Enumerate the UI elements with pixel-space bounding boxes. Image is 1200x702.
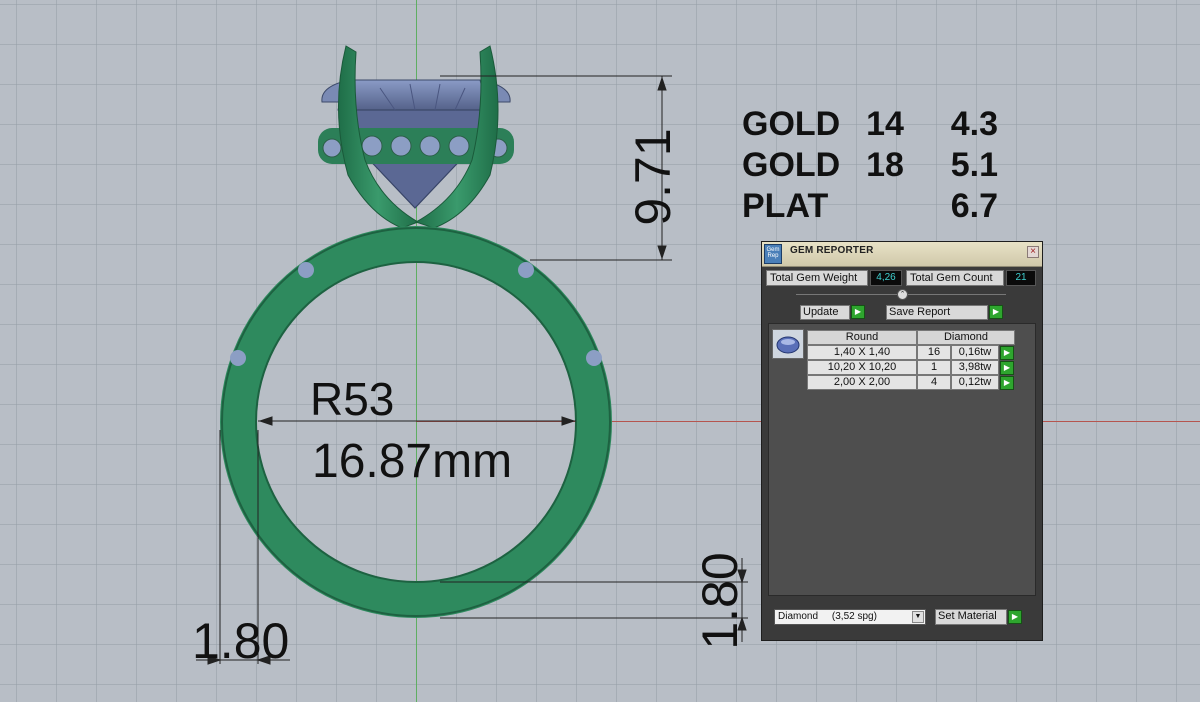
update-label: Update [803,306,839,318]
gem-count: 4 [917,375,951,390]
metal-name: PLAT [742,187,829,225]
gem-reporter-icon: Gem Rep [764,244,782,264]
collapse-icon[interactable]: ⌃ [897,289,908,300]
row-go-icon[interactable]: ▶ [1000,376,1014,390]
gem-weight: 3,98tw [951,360,999,375]
update-go-icon[interactable]: ▶ [851,305,865,319]
gem-weight: 0,12tw [951,375,999,390]
row-go-icon[interactable]: ▶ [1000,361,1014,375]
ring-size-label: R53 [310,373,395,425]
set-material-label: Set Material [938,610,997,622]
cad-viewport[interactable]: 9.71 R53 16.87mm 1.80 1.80 GOLD 14 4.3 G… [0,0,1200,702]
metal-row: GOLD 14 4.3 [742,104,998,145]
shank-thickness-dimension: 1.80 [692,552,748,650]
metal-karat: 18 [866,146,904,184]
round-diamond-icon[interactable] [772,329,804,359]
head-height-dimension: 9.71 [625,128,681,226]
update-button[interactable]: Update [800,305,850,320]
metal-weight: 4.3 [950,105,998,143]
close-button[interactable]: × [1027,246,1039,258]
metal-weight-table: GOLD 14 4.3 GOLD 18 5.1 PLAT 6.7 [742,104,998,227]
panel-title: GEM REPORTER [790,245,874,256]
total-gem-count-label: Total Gem Count [906,270,1004,286]
gem-size: 10,20 X 10,20 [807,360,917,375]
save-report-go-icon[interactable]: ▶ [989,305,1003,319]
metal-karat [842,186,928,227]
total-gem-weight-label: Total Gem Weight [766,270,868,286]
metal-weight: 6.7 [950,187,998,225]
total-gem-count-value: 21 [1006,270,1036,286]
save-report-label: Save Report [889,306,951,318]
panel-titlebar[interactable]: Gem Rep GEM REPORTER × [762,242,1042,267]
ring-shank [220,226,612,618]
save-report-button[interactable]: Save Report [886,305,988,320]
gem-size: 2,00 X 2,00 [807,375,917,390]
gem-count: 1 [917,360,951,375]
set-material-button[interactable]: Set Material [935,609,1007,625]
gem-list[interactable]: Round Diamond 1,40 X 1,40 16 0,16tw ▶ 10… [768,323,1036,596]
inner-diameter-label: 16.87mm [312,435,513,488]
shape-column-header: Round [807,330,917,345]
material-select-value: Diamond (3,52 spg) [778,611,877,622]
set-material-go-icon[interactable]: ▶ [1008,610,1022,624]
material-column-header: Diamond [917,330,1015,345]
shank-width-dimension: 1.80 [192,613,290,669]
metal-name: GOLD [742,146,841,184]
material-select[interactable]: Diamond (3,52 spg) ▼ [774,609,926,625]
chevron-down-icon[interactable]: ▼ [912,611,924,623]
gem-reporter-panel: Gem Rep GEM REPORTER × Total Gem Weight … [761,241,1043,641]
metal-weight: 5.1 [950,146,998,184]
gem-weight: 0,16tw [951,345,999,360]
metal-row: PLAT 6.7 [742,186,998,227]
gem-count: 16 [917,345,951,360]
metal-row: GOLD 18 5.1 [742,145,998,186]
total-gem-weight-value: 4,26 [870,270,902,286]
row-go-icon[interactable]: ▶ [1000,346,1014,360]
metal-karat: 14 [866,105,904,143]
gem-size: 1,40 X 1,40 [807,345,917,360]
metal-name: GOLD [742,105,841,143]
